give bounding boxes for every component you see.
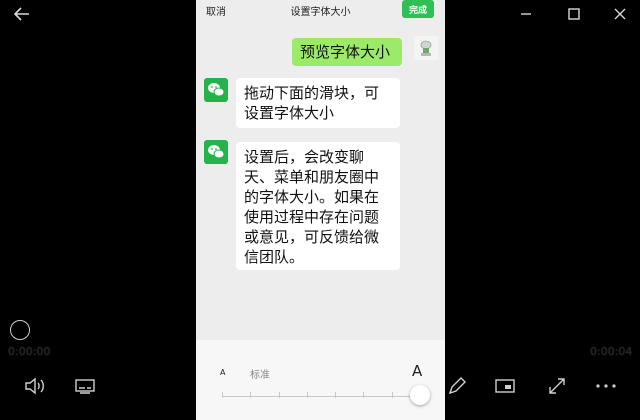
font-size-panel: A 标准 A [196,340,445,420]
phone-screen: 取消 设置字体大小 完成 预览字体大小 拖动下面的滑块，可设置字体大小 设置后，… [196,0,445,420]
slider-tick[interactable] [222,392,223,398]
slider-tick[interactable] [250,392,252,398]
subtitle-button[interactable] [72,374,98,398]
minimize-icon [521,13,531,15]
user-avatar-icon [420,40,432,56]
wechat-team-avatar [204,140,228,164]
seek-handle[interactable] [10,320,30,340]
more-button[interactable] [592,374,620,398]
screen-icon [495,379,515,393]
maximize-icon [568,8,580,20]
edit-icon [448,377,466,395]
screen-mode-button[interactable] [492,374,518,398]
video-player: 0:00:00 0:00:04 取消 设置字体大小 完成 预览字体大小 拖动下面… [0,0,640,420]
slider-tick[interactable] [278,392,280,398]
settings-header: 取消 设置字体大小 完成 [196,0,445,20]
close-button[interactable] [606,2,634,26]
arrow-left-icon [13,7,29,21]
fullscreen-icon [549,378,565,394]
maximize-button[interactable] [560,2,588,26]
wechat-team-avatar [204,78,228,102]
minimize-button[interactable] [512,2,540,26]
my-message-bubble: 预览字体大小 [292,38,402,66]
wechat-message-bubble: 拖动下面的滑块，可设置字体大小 [236,78,400,128]
more-icon [596,384,616,388]
volume-icon [25,377,44,395]
slider-thumb[interactable] [410,385,430,405]
slider-track[interactable] [222,396,420,397]
total-time: 0:00:04 [590,345,633,358]
done-button[interactable]: 完成 [402,0,434,18]
slider-tick[interactable] [391,392,393,398]
close-icon [614,8,626,20]
slider-tick[interactable] [335,392,337,398]
user-avatar [414,36,438,60]
wechat-icon [208,145,225,159]
subtitle-icon [75,379,95,394]
elapsed-time: 0:00:00 [8,345,51,358]
wechat-message-bubble: 设置后，会改变聊天、菜单和朋友圈中的字体大小。如果在使用过程中存在问题或意见，可… [236,142,400,270]
edit-button[interactable] [444,374,470,398]
slider-tick[interactable] [363,392,365,398]
fullscreen-button[interactable] [544,374,570,398]
slider-tick[interactable] [306,392,308,398]
font-size-slider[interactable] [196,340,445,420]
volume-button[interactable] [22,374,48,398]
wechat-icon [208,83,225,97]
back-button[interactable] [8,2,36,26]
